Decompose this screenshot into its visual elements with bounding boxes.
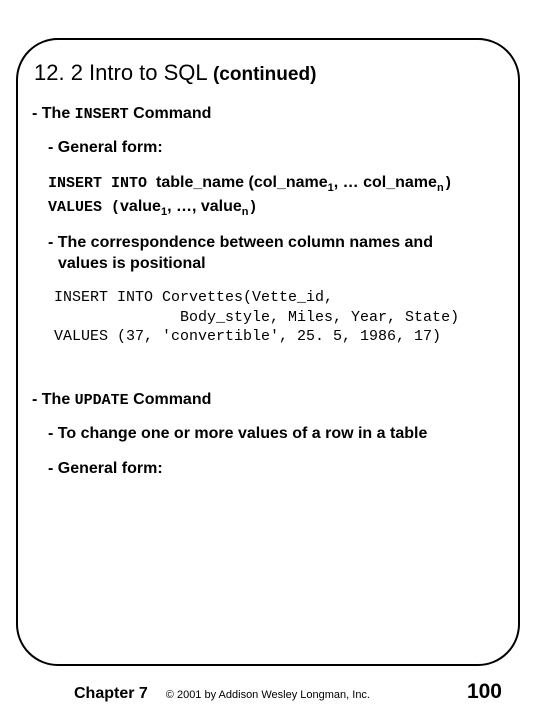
form-close-paren2: ) bbox=[249, 199, 258, 216]
form-table-name: table_name ( bbox=[156, 174, 254, 191]
update-bullet-2: - General form: bbox=[48, 459, 504, 479]
form-val1: value bbox=[120, 198, 161, 215]
form-close-paren1: ) bbox=[444, 175, 453, 192]
form-col1: col_name bbox=[254, 174, 328, 191]
insert-code-example: INSERT INTO Corvettes(Vette_id, Body_sty… bbox=[54, 288, 504, 346]
title-main: 12. 2 Intro to SQL bbox=[34, 60, 213, 85]
kw-insert-into: INSERT INTO bbox=[48, 175, 156, 192]
slide-footer: Chapter 7 © 2001 by Addison Wesley Longm… bbox=[0, 680, 540, 704]
slide-title: 12. 2 Intro to SQL (continued) bbox=[34, 60, 504, 86]
update-bullet-1: - To change one or more values of a row … bbox=[48, 424, 504, 444]
insert-heading-suffix: Command bbox=[129, 105, 212, 122]
insert-keyword: INSERT bbox=[75, 106, 129, 123]
form-valn-sub: n bbox=[242, 206, 249, 218]
footer-chapter: Chapter 7 bbox=[74, 685, 148, 703]
insert-heading: - The INSERT Command bbox=[32, 104, 504, 124]
insert-note-line2: values is positional bbox=[58, 254, 504, 274]
insert-note-line1: - The correspondence between column name… bbox=[48, 233, 504, 253]
insert-form-line1: INSERT INTO table_name (col_name1, … col… bbox=[48, 173, 504, 195]
footer-page-number: 100 bbox=[467, 680, 502, 704]
update-heading-suffix: Command bbox=[129, 391, 212, 408]
slide-frame: 12. 2 Intro to SQL (continued) - The INS… bbox=[16, 38, 520, 666]
form-val-ellipsis: , …, value bbox=[167, 198, 242, 215]
form-coln-sub: n bbox=[437, 182, 444, 194]
insert-heading-prefix: - The bbox=[32, 105, 75, 122]
title-continued: (continued) bbox=[213, 64, 316, 85]
insert-general-form-label: - General form: bbox=[48, 138, 504, 158]
footer-copyright: © 2001 by Addison Wesley Longman, Inc. bbox=[166, 689, 443, 701]
kw-values: VALUES ( bbox=[48, 199, 120, 216]
update-heading-prefix: - The bbox=[32, 391, 75, 408]
update-heading: - The UPDATE Command bbox=[32, 390, 504, 410]
form-col-ellipsis: , … col_name bbox=[334, 174, 437, 191]
update-keyword: UPDATE bbox=[75, 392, 129, 409]
insert-form-line2: VALUES (value1, …, valuen) bbox=[48, 197, 504, 219]
